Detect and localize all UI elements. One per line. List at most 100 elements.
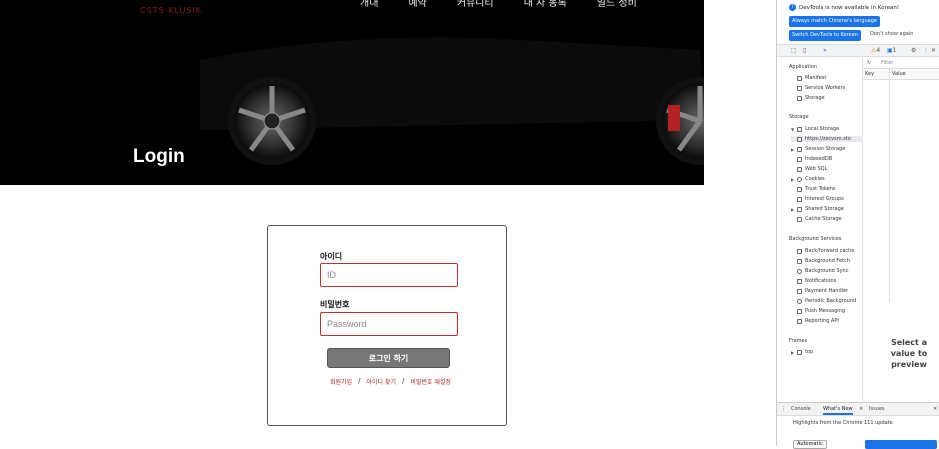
sidebar-item-web-sql[interactable]: Web SQL [797,166,827,172]
section-background-services: Background Services [789,236,842,242]
storage-table-header: Key Value [863,69,939,80]
cookie-icon [797,176,803,182]
sidebar-item-cache-storage[interactable]: Cache Storage [797,216,842,222]
application-sidebar: Application Manifest Service Workers Sto… [777,57,863,402]
nav-item[interactable]: 커뮤니티 [457,0,494,9]
chevron-right-icon: ▶ [791,146,795,152]
filter-input[interactable]: Filter [881,60,893,66]
sidebar-item-manifest[interactable]: Manifest [797,75,826,81]
infobar-message: DevTools is now available in Korean! [799,4,900,11]
sidebar-item-shared-storage[interactable]: ▶ Shared Storage [791,206,844,212]
gear-icon [797,85,802,91]
nav-item[interactable]: 예약 [408,0,426,9]
dont-show-button[interactable]: Don't show again [870,31,913,37]
database-icon [797,206,803,212]
message-badge[interactable]: ▣1 [887,47,897,54]
chevron-right-icon: ▶ [791,349,795,355]
sidebar-item-indexeddb[interactable]: IndexedDB [797,156,832,162]
switch-korean-button[interactable]: Switch DevTools to Korean [789,30,861,41]
drawer-menu-icon[interactable]: ⋮ [781,406,786,412]
sidebar-item-cookies[interactable]: ▶ Cookies [791,176,825,182]
grid-icon [797,136,802,142]
preview-placeholder: Select a value to preview [890,338,928,369]
cloud-icon [797,308,802,314]
info-icon: i [789,4,796,11]
grid-icon [797,126,803,132]
file-icon [797,75,802,81]
login-form: 아이디 ID 비밀번호 Password 로그인 하기 회원가입 / 아이디 찾… [267,225,507,426]
database-icon [797,196,802,202]
tab-whats-new[interactable]: What's New [823,406,853,415]
column-value[interactable]: Value [892,71,906,77]
file-icon [797,318,802,324]
match-language-button[interactable]: Always match Chrome's language [789,16,880,27]
sidebar-item-payment-handler[interactable]: Payment Handler [797,288,848,294]
frame-icon [797,349,803,355]
refresh-icon[interactable]: ↻ [867,60,871,66]
sidebar-item-interest-groups[interactable]: Interest Groups [797,196,844,202]
card-icon [797,288,802,294]
grid-icon [797,146,803,152]
find-id-link[interactable]: 아이디 찾기 [366,377,396,386]
close-icon[interactable]: ✕ [931,47,936,54]
sidebar-item-local-origin[interactable]: https://zxcvsm.sto [791,136,863,142]
database-icon [797,156,802,162]
page-title: Login [133,146,185,167]
close-tab-icon[interactable]: ✕ [859,406,863,412]
database-icon [797,248,802,254]
sidebar-item-background-fetch[interactable]: Background Fetch [797,258,850,264]
login-button[interactable]: 로그인 하기 [327,348,450,368]
more-tabs-button[interactable]: » [823,47,827,54]
more-options-icon[interactable]: ⋮ [923,47,929,54]
storage-filter-bar: ↻ Filter [863,57,939,69]
sidebar-item-periodic-sync[interactable]: Periodic Background [797,298,856,304]
drawer-tabs: ⋮ Console What's New ✕ Issues ✕ [777,403,939,416]
warning-badge[interactable]: ⚠4 [871,47,880,54]
sidebar-item-storage[interactable]: Storage [797,95,825,101]
column-key[interactable]: Key [865,71,874,77]
sidebar-item-service-workers[interactable]: Service Workers [797,85,845,91]
devtools-drawer: ⋮ Console What's New ✕ Issues ✕ Highligh… [777,402,939,449]
chevron-down-icon: ▼ [791,126,795,132]
tab-console[interactable]: Console [791,406,811,412]
bell-icon [797,278,802,284]
sidebar-item-trust-tokens[interactable]: Trust Tokens [797,186,836,192]
password-input[interactable]: Password [320,312,458,336]
sidebar-item-background-sync[interactable]: Background Sync [797,268,848,274]
sidebar-item-reporting-api[interactable]: Reporting API [797,318,839,324]
sidebar-item-push-messaging[interactable]: Push Messaging [797,308,845,314]
password-label: 비밀번호 [320,300,350,309]
whats-new-highlight: Highlights from the Chrome 111 update [793,420,893,426]
link-separator: / [401,377,405,385]
tab-issues[interactable]: Issues [869,406,885,412]
site-logo[interactable]: CSTS KLUSIK [140,6,202,15]
nav-item[interactable]: 일드 정비 [597,0,637,9]
sidebar-item-local-storage[interactable]: ▼ Local Storage [791,126,839,132]
inspect-icon[interactable]: ⬚ [791,47,797,54]
nav-item[interactable]: 개대 [360,0,378,9]
web-page: CSTS KLUSIK 개대 예약 커뮤니티 내 자 동록 일드 정비 Logi… [0,0,776,446]
device-toggle-icon[interactable]: ▯ [803,47,806,54]
primary-action-button[interactable] [865,440,937,449]
hero-banner: CSTS KLUSIK 개대 예약 커뮤니티 내 자 동록 일드 정비 Logi… [0,0,776,185]
automatic-button[interactable]: Automatic [793,440,827,449]
sidebar-item-frame-top[interactable]: ▶ top [791,349,813,355]
signup-link[interactable]: 회원가입 [330,377,352,386]
banner-edge [704,0,776,185]
close-drawer-icon[interactable]: ✕ [933,406,937,412]
auth-links: 회원가입 / 아이디 찾기 / 비밀번호 재설정 [330,377,451,386]
sidebar-item-bfcache[interactable]: Back/forward cache [797,248,854,254]
devtools-panel: i DevTools is now available in Korean! A… [776,0,939,449]
chevron-right-icon: ▶ [791,176,795,182]
chevron-right-icon: ▶ [791,206,795,212]
id-label: 아이디 [320,252,343,261]
column-divider[interactable] [889,69,890,302]
car-image [200,37,744,165]
section-storage: Storage [789,114,809,120]
settings-icon[interactable]: ⚙ [911,47,916,54]
id-input[interactable]: ID [320,263,458,287]
reset-password-link[interactable]: 비밀번호 재설정 [410,377,451,386]
sidebar-item-notifications[interactable]: Notifications [797,278,836,284]
sidebar-item-session-storage[interactable]: ▶ Session Storage [791,146,845,152]
nav-item[interactable]: 내 자 동록 [524,0,567,9]
